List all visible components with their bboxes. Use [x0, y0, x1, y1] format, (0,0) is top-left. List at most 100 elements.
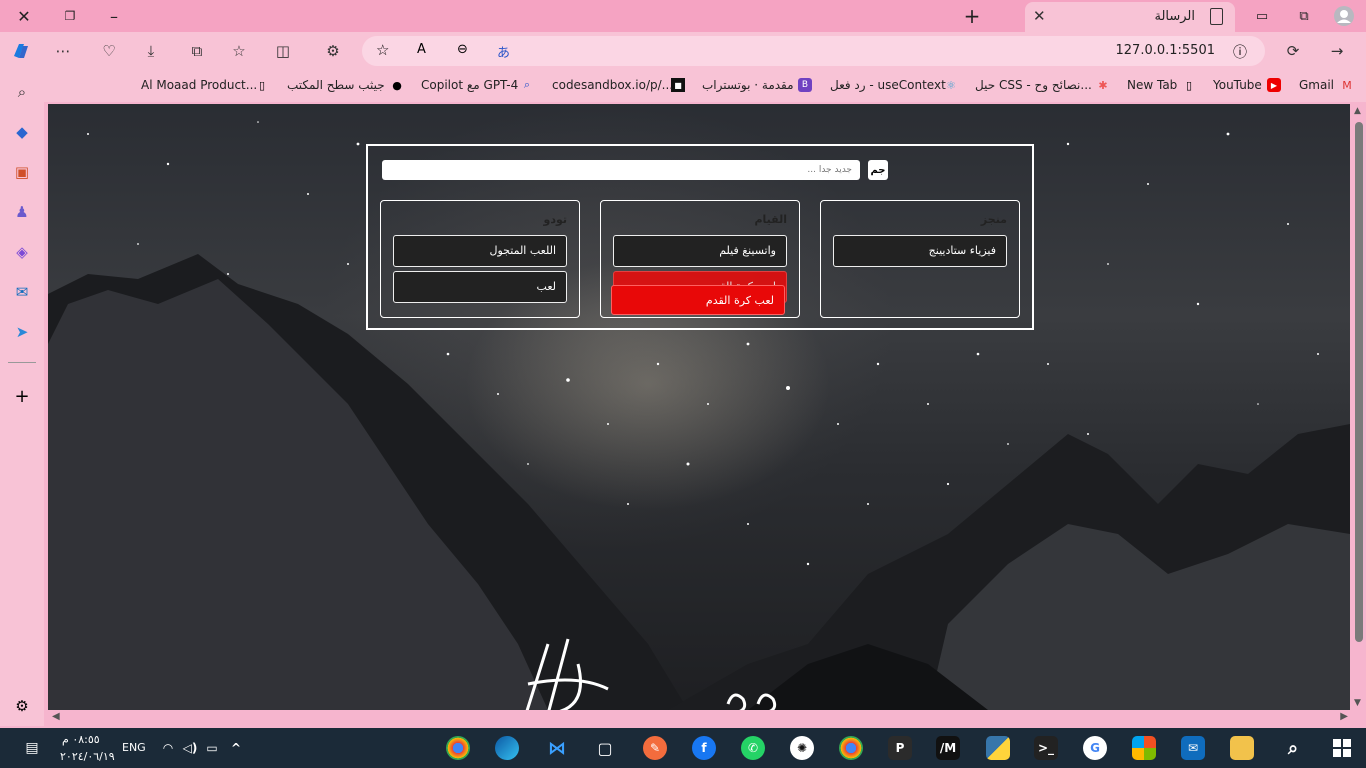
- column-title: منجز: [980, 213, 1007, 226]
- refresh-icon[interactable]: ⟳: [1282, 40, 1304, 62]
- task-card[interactable]: فيزياء ستاديينج: [833, 235, 1007, 267]
- chevron-up-icon[interactable]: ^: [224, 736, 248, 760]
- bookmark-al-moaad[interactable]: Al Moaad Product...: [141, 78, 257, 92]
- css-tricks-icon: ✱: [1098, 78, 1108, 92]
- pycharm-icon[interactable]: P: [888, 736, 912, 760]
- cursor-app-icon[interactable]: /M: [936, 736, 960, 760]
- terminal-icon[interactable]: >_: [1034, 736, 1058, 760]
- volume-icon[interactable]: ◁): [178, 736, 202, 760]
- clock-date[interactable]: ٢٠٢٤/٠٦/١٩: [60, 750, 115, 763]
- react-icon: ⚛: [946, 78, 956, 92]
- column-title: تودو: [543, 213, 567, 226]
- games-icon[interactable]: ♟: [12, 202, 32, 222]
- bookmark-github-desktop[interactable]: جيثب سطح المكتب: [287, 78, 385, 92]
- bookmark-gmail[interactable]: Gmail: [1299, 78, 1334, 92]
- github-icon: ●: [392, 78, 402, 92]
- tab-actions-icon[interactable]: ▭: [1248, 4, 1276, 28]
- bookmark-codesandbox[interactable]: codesandbox.io/p/...: [552, 78, 673, 92]
- add-sidebar-icon[interactable]: +: [12, 386, 32, 407]
- outlook-icon[interactable]: ✉: [12, 282, 32, 302]
- tools-briefcase-icon[interactable]: ▣: [12, 162, 32, 182]
- copilot-sidebar-icon[interactable]: ◈: [12, 242, 32, 262]
- mail-icon[interactable]: ✉: [1181, 736, 1205, 760]
- read-aloud-icon[interactable]: A: [417, 42, 426, 57]
- bookmark-bootstrap[interactable]: مقدمة · بوتستراب: [702, 78, 794, 92]
- favorite-star-icon[interactable]: ☆: [376, 41, 389, 59]
- file-explorer-icon[interactable]: [1230, 736, 1254, 760]
- bookmark-copilot[interactable]: Copilot مع GPT-4: [421, 78, 518, 92]
- postman-icon[interactable]: ✎: [643, 736, 667, 760]
- column-done[interactable]: منجز فيزياء ستاديينج: [820, 200, 1020, 318]
- workspaces-icon[interactable]: ⧉: [1290, 4, 1318, 28]
- whatsapp-icon[interactable]: ✆: [741, 736, 765, 760]
- bookmark-new-tab[interactable]: New Tab: [1127, 78, 1177, 92]
- translate-icon[interactable]: あ: [497, 42, 510, 61]
- shopping-tag-icon[interactable]: ◆: [12, 122, 32, 142]
- profile-avatar[interactable]: [1330, 4, 1358, 28]
- settings-gear-icon[interactable]: ⚙: [12, 696, 32, 716]
- edge-icon[interactable]: [495, 736, 519, 760]
- search-icon[interactable]: ⌕: [1281, 736, 1305, 760]
- bookmark-react[interactable]: رد فعل - useContext: [830, 78, 946, 92]
- new-tab-icon[interactable]: +: [958, 4, 986, 28]
- more-menu-icon[interactable]: ⋯: [52, 40, 74, 62]
- youtube-icon: ▶: [1267, 78, 1281, 92]
- chrome-profile-icon[interactable]: [839, 736, 863, 760]
- chrome-icon[interactable]: [446, 736, 470, 760]
- task-card[interactable]: اللعب المتجول: [393, 235, 567, 267]
- tab-active[interactable]: ✕ الرسالة: [1025, 2, 1235, 32]
- scroll-left-icon[interactable]: ◀: [52, 711, 60, 722]
- notifications-icon[interactable]: ▤: [20, 736, 44, 760]
- task-card[interactable]: لعب: [393, 271, 567, 303]
- scrollbar-thumb[interactable]: [1355, 122, 1363, 642]
- task-card-dragging[interactable]: لعب كرة القدم: [611, 285, 785, 315]
- vertical-scrollbar[interactable]: ▲ ▼: [1352, 104, 1366, 710]
- telegram-icon[interactable]: ➤: [12, 322, 32, 342]
- column-title: القيام: [754, 213, 787, 226]
- bookmark-youtube[interactable]: YouTube: [1213, 78, 1262, 92]
- scroll-right-icon[interactable]: ▶: [1340, 711, 1348, 722]
- extensions-icon[interactable]: ⚙: [322, 40, 344, 62]
- zoom-icon[interactable]: ⊖: [457, 42, 468, 57]
- minimize-window-icon[interactable]: –: [100, 4, 128, 28]
- info-icon[interactable]: ⓘ: [1233, 42, 1247, 62]
- new-task-input[interactable]: [382, 160, 860, 180]
- edge-sidebar: ⌕ ◆ ▣ ♟ ◈ ✉ ➤ + ⚙: [0, 70, 44, 726]
- bookmark-css-tricks[interactable]: حيل CSS - نصائح وح...: [975, 78, 1092, 92]
- python-icon[interactable]: [986, 736, 1010, 760]
- horizontal-scrollbar[interactable]: ◀ ▶: [48, 710, 1352, 724]
- forward-icon[interactable]: →: [1326, 40, 1348, 62]
- address-bar[interactable]: 127.0.0.1:5501 ⓘ あ ⊖ A ☆: [362, 36, 1265, 66]
- downloads-icon[interactable]: ⤓: [140, 40, 162, 62]
- windows-start-icon[interactable]: [1330, 736, 1354, 760]
- scroll-up-icon[interactable]: ▲: [1354, 106, 1361, 116]
- collections-icon[interactable]: ⧉: [186, 40, 208, 62]
- restore-window-icon[interactable]: ❐: [56, 4, 84, 28]
- add-task-button[interactable]: جم: [868, 160, 888, 180]
- tab-title: الرسالة: [1154, 9, 1195, 24]
- store-icon[interactable]: [1132, 736, 1156, 760]
- battery-icon[interactable]: ▭: [200, 736, 224, 760]
- clock-time[interactable]: ٠٨:٥٥ م: [62, 733, 100, 746]
- kanban-board: جم منجز فيزياء ستاديينج القيام واتسينغ ف…: [366, 144, 1034, 330]
- column-doing[interactable]: القيام واتسينغ فيلم لعب كرة القدم لعب كر…: [600, 200, 800, 318]
- facebook-icon[interactable]: f: [692, 736, 716, 760]
- chatgpt-icon[interactable]: ✺: [790, 736, 814, 760]
- favorites-icon[interactable]: ☆: [228, 40, 250, 62]
- copilot-icon[interactable]: [10, 40, 32, 62]
- close-window-icon[interactable]: ✕: [10, 4, 38, 28]
- scroll-down-icon[interactable]: ▼: [1354, 698, 1361, 708]
- bootstrap-icon: B: [798, 78, 812, 92]
- wifi-icon[interactable]: ◠: [156, 736, 180, 760]
- page-content: جم منجز فيزياء ستاديينج القيام واتسينغ ف…: [48, 104, 1350, 710]
- snipping-icon[interactable]: ▢: [593, 736, 617, 760]
- language-indicator[interactable]: ENG: [122, 741, 146, 754]
- task-card[interactable]: واتسينغ فيلم: [613, 235, 787, 267]
- vscode-icon[interactable]: ⋈: [545, 736, 569, 760]
- tab-close-icon[interactable]: ✕: [1033, 7, 1046, 25]
- split-screen-icon[interactable]: ◫: [272, 40, 294, 62]
- google-icon[interactable]: G: [1083, 736, 1107, 760]
- column-todo[interactable]: تودو اللعب المتجول لعب: [380, 200, 580, 318]
- search-icon[interactable]: ⌕: [12, 82, 32, 102]
- browser-essentials-icon[interactable]: ♡: [98, 40, 120, 62]
